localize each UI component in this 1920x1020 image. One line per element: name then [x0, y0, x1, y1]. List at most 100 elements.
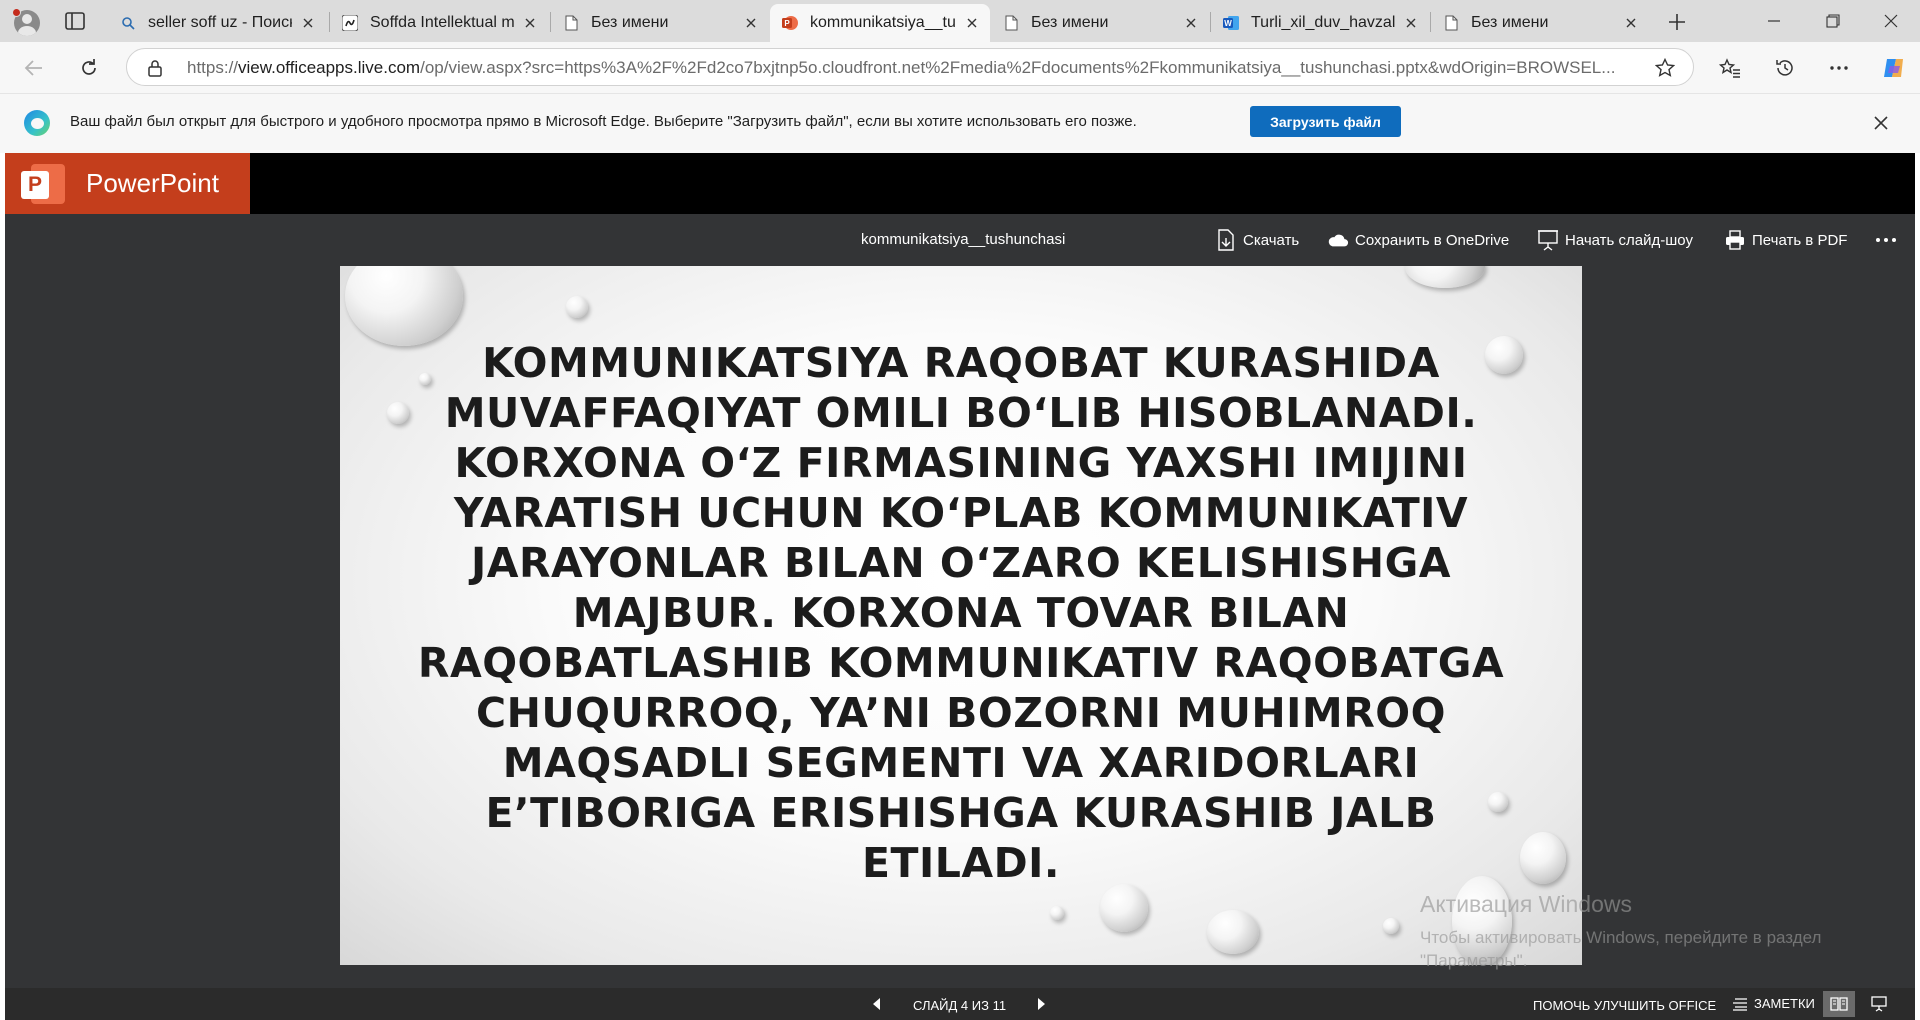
slide-body-text: Kommunikatsiya raqobat kurashida muvaffa…: [417, 339, 1505, 887]
close-tab-icon[interactable]: [962, 13, 982, 33]
print-pdf-button[interactable]: Печать в PDF: [1724, 226, 1847, 254]
more-button[interactable]: [1822, 52, 1856, 84]
tab-soff[interactable]: Soffda Intellektual mu: [330, 4, 548, 42]
water-drop-decoration: [1452, 876, 1512, 965]
download-button[interactable]: Скачать: [1215, 226, 1299, 254]
refresh-icon: [82, 59, 96, 75]
history-button[interactable]: [1768, 52, 1802, 84]
slideshow-label: Начать слайд-шоу: [1565, 231, 1693, 249]
tab-label: Без имени: [591, 14, 669, 31]
water-drop-decoration: [566, 296, 588, 318]
address-toolbar: https://view.officeapps.live.com/op/view…: [0, 42, 1920, 94]
download-file-button[interactable]: Загрузить файл: [1250, 106, 1401, 137]
help-improve-office-link[interactable]: ПОМОЧЬ УЛУЧШИТЬ OFFICE: [1533, 998, 1716, 1013]
powerpoint-icon: P: [782, 15, 798, 31]
tab-untitled-1[interactable]: Без имени: [551, 4, 769, 42]
slideshow-icon: [1537, 229, 1559, 251]
favorite-star-icon[interactable]: [1655, 58, 1675, 78]
page-icon: [1443, 15, 1459, 31]
powerpoint-logo-icon: P: [21, 161, 67, 207]
minimize-button[interactable]: [1745, 0, 1803, 42]
close-tab-icon[interactable]: [1401, 13, 1421, 33]
edge-logo-icon: [24, 110, 50, 136]
slideshow-view-icon: [1871, 996, 1887, 1012]
save-to-onedrive-button[interactable]: Сохранить в OneDrive: [1327, 226, 1509, 254]
url-prefix: https://: [187, 58, 239, 77]
download-info-bar: Ваш файл был открыт для быстрого и удобн…: [0, 94, 1920, 153]
tab-kommunikatsiya[interactable]: P kommunikatsiya__tushunchasi: [770, 4, 990, 42]
notes-icon: [1733, 997, 1747, 1011]
powerpoint-viewer: P PowerPoint kommunikatsiya__tushunchasi…: [5, 153, 1915, 1020]
tab-search[interactable]: seller soff uz - Поиск: [108, 4, 326, 42]
notes-button[interactable]: ЗАМЕТКИ: [1732, 996, 1815, 1011]
url-path: /op/view.aspx?src=https%3A%2F%2Fd2co7bxj…: [420, 58, 1616, 77]
favorites-button[interactable]: [1713, 52, 1747, 84]
slide-stage: Kommunikatsiya raqobat kurashida muvaffa…: [5, 266, 1915, 986]
address-bar[interactable]: https://view.officeapps.live.com/op/view…: [126, 48, 1694, 86]
save-onedrive-label: Сохранить в OneDrive: [1355, 231, 1510, 249]
close-window-button[interactable]: [1862, 0, 1920, 42]
search-icon: [120, 15, 136, 31]
tab-label: Turli_xil_duv_havzalari: [1251, 14, 1395, 31]
water-drop-decoration: [1207, 910, 1259, 954]
next-slide-button[interactable]: [1033, 995, 1051, 1013]
tab-label: Без имени: [1471, 14, 1549, 31]
slideshow-view-button[interactable]: [1863, 991, 1895, 1017]
history-icon: [1776, 60, 1793, 76]
powerpoint-brand[interactable]: P PowerPoint: [5, 153, 250, 214]
info-message: Ваш файл был открыт для быстрого и удобн…: [70, 113, 1137, 130]
word-icon: W: [1223, 15, 1239, 31]
start-slideshow-button[interactable]: Начать слайд-шоу: [1537, 226, 1693, 254]
tab-label: kommunikatsiya__tushunchasi: [810, 14, 956, 31]
water-drop-decoration: [1383, 918, 1399, 934]
cloud-icon: [1327, 229, 1349, 251]
more-options-button[interactable]: [1875, 226, 1897, 254]
water-drop-decoration: [345, 266, 463, 346]
tab-actions-icon: [65, 12, 85, 30]
tab-untitled-3[interactable]: Без имени: [1431, 4, 1649, 42]
notification-dot: [12, 8, 21, 17]
restore-icon: [1826, 14, 1840, 28]
brand-name: PowerPoint: [86, 168, 219, 198]
reading-view-icon: [1830, 997, 1848, 1011]
profile-avatar[interactable]: [12, 8, 42, 36]
close-infobar-button[interactable]: [1868, 110, 1894, 136]
url-text: https://view.officeapps.live.com/op/view…: [187, 58, 1627, 78]
app-header: P PowerPoint: [5, 153, 1915, 214]
previous-slide-button[interactable]: [867, 995, 885, 1013]
close-tab-icon[interactable]: [298, 13, 318, 33]
logo-p-letter: P: [21, 170, 49, 199]
close-tab-icon[interactable]: [741, 13, 761, 33]
restore-button[interactable]: [1804, 0, 1862, 42]
triangle-left-icon: [873, 998, 880, 1010]
printer-icon: [1724, 229, 1746, 251]
back-button[interactable]: [17, 52, 51, 84]
tab-label: Soffda Intellektual mu: [370, 14, 514, 31]
lock-icon[interactable]: [147, 59, 163, 77]
tab-label: seller soff uz - Поиск: [148, 14, 292, 31]
close-tab-icon[interactable]: [1621, 13, 1641, 33]
tab-label: Без имени: [1031, 14, 1109, 31]
page-icon: [1003, 15, 1019, 31]
close-icon: [1874, 116, 1888, 130]
new-tab-button[interactable]: [1660, 9, 1694, 35]
close-tab-icon[interactable]: [1181, 13, 1201, 33]
download-label: Скачать: [1243, 231, 1300, 249]
water-drop-decoration: [1100, 884, 1148, 932]
svg-text:W: W: [1224, 19, 1232, 28]
arrow-left-icon: [24, 60, 42, 76]
more-icon: [1876, 238, 1896, 242]
close-tab-icon[interactable]: [520, 13, 540, 33]
reading-view-button[interactable]: [1823, 991, 1855, 1017]
tab-turli-xil[interactable]: W Turli_xil_duv_havzalari: [1211, 4, 1429, 42]
refresh-button[interactable]: [72, 52, 106, 84]
copilot-button[interactable]: [1877, 52, 1911, 84]
download-icon: [1215, 229, 1237, 251]
soff-icon: [342, 15, 358, 31]
slide-canvas[interactable]: Kommunikatsiya raqobat kurashida muvaffa…: [340, 266, 1582, 965]
notes-label: ЗАМЕТКИ: [1754, 996, 1815, 1011]
tab-untitled-2[interactable]: Без имени: [991, 4, 1209, 42]
tab-actions-button[interactable]: [62, 9, 88, 33]
svg-text:P: P: [784, 19, 790, 28]
viewer-toolbar: kommunikatsiya__tushunchasi Скачать Сохр…: [5, 214, 1915, 266]
